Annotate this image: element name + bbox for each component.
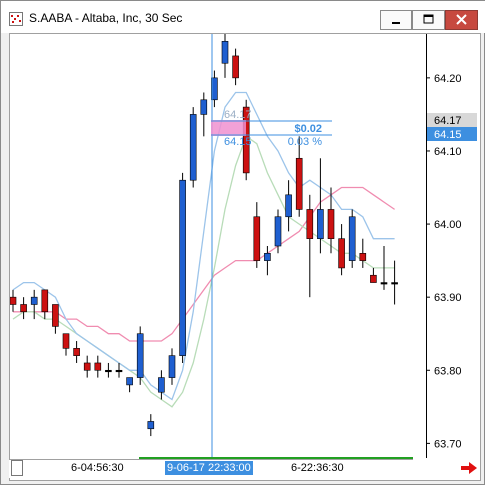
- price-chart[interactable]: 64.20 64.10 64.00 63.90 63.80 63.70 64.17 64.…: [10, 34, 480, 458]
- title-bar[interactable]: S.AABA - Altaba, Inc, 30 Sec: [1, 1, 486, 33]
- candle-body: [52, 304, 59, 327]
- candle-body: [221, 41, 229, 64]
- time-label-1: 6-04:56:30: [71, 462, 124, 474]
- candle-body: [126, 377, 133, 386]
- candle-body: [306, 209, 314, 239]
- candle-body: [338, 238, 345, 269]
- candle-body: [253, 216, 261, 261]
- price-tick-label: 64.20: [434, 73, 462, 85]
- candle-body: [168, 355, 176, 378]
- price-tick-label: 63.80: [434, 365, 462, 377]
- candle-body: [147, 421, 155, 430]
- price-tick-label: 64.00: [434, 219, 462, 231]
- minimize-icon: [392, 22, 400, 24]
- maximize-icon: [423, 14, 434, 24]
- measure-price: 64.15: [224, 136, 252, 148]
- candle-body: [232, 55, 239, 79]
- close-button[interactable]: [445, 10, 478, 30]
- close-icon: [456, 14, 467, 25]
- time-label-3: 6-22:36:30: [291, 462, 344, 474]
- candle-body: [136, 333, 144, 378]
- candle-body: [264, 253, 271, 261]
- candle-body: [73, 348, 80, 356]
- candle-body: [179, 179, 186, 356]
- price-tick-label: 63.90: [434, 292, 462, 304]
- candle-body: [391, 282, 398, 285]
- candle-body: [158, 377, 165, 393]
- price-tick-label: 64.10: [434, 146, 462, 158]
- candle-body: [274, 216, 282, 247]
- window-title: S.AABA - Altaba, Inc, 30 Sec: [29, 11, 183, 25]
- candle-body: [327, 209, 335, 239]
- chart-window: S.AABA - Altaba, Inc, 30 Sec 64.20 64.10 6…: [0, 0, 486, 485]
- last-price-top: 64.17: [434, 115, 462, 127]
- measure-faint-price: 64.17: [224, 109, 252, 121]
- red-right-arrow-icon[interactable]: [460, 461, 478, 475]
- candle-body: [380, 282, 388, 285]
- candle-body: [317, 209, 324, 239]
- candle-body: [20, 304, 27, 313]
- candle-body: [285, 194, 292, 218]
- chart-area[interactable]: 64.20 64.10 64.00 63.90 63.80 63.70 64.17 64.…: [9, 33, 481, 481]
- candle-body: [200, 99, 208, 115]
- candle-body: [370, 274, 377, 283]
- candle-body: [10, 296, 17, 305]
- scroll-reset-box[interactable]: [11, 460, 23, 476]
- time-label-crosshair: 9-06-17 22:33:00: [165, 461, 253, 475]
- time-axis[interactable]: 6-04:56:30 9-06-17 22:33:00 6-22:36:30: [9, 459, 413, 478]
- candle-body: [62, 333, 70, 349]
- minimize-button[interactable]: [380, 10, 412, 30]
- measure-change-value: $0.02: [294, 123, 322, 135]
- price-tick-label: 63.70: [434, 438, 462, 450]
- candle-body: [359, 253, 367, 261]
- chart-app-icon: [9, 12, 23, 26]
- candle-body: [348, 216, 356, 261]
- candle-body: [30, 296, 38, 305]
- candle-body: [41, 289, 49, 313]
- last-price-bottom: 64.15: [434, 129, 462, 141]
- candle-body: [94, 362, 102, 371]
- candle-body: [115, 369, 123, 373]
- maximize-button[interactable]: [412, 10, 445, 30]
- candle-body: [295, 157, 303, 210]
- measure-change-percent: 0.03 %: [288, 136, 322, 148]
- candle-body: [83, 362, 91, 371]
- candle-body: [189, 114, 197, 181]
- measure-highlight-box[interactable]: [211, 120, 246, 136]
- candle-body: [105, 369, 112, 373]
